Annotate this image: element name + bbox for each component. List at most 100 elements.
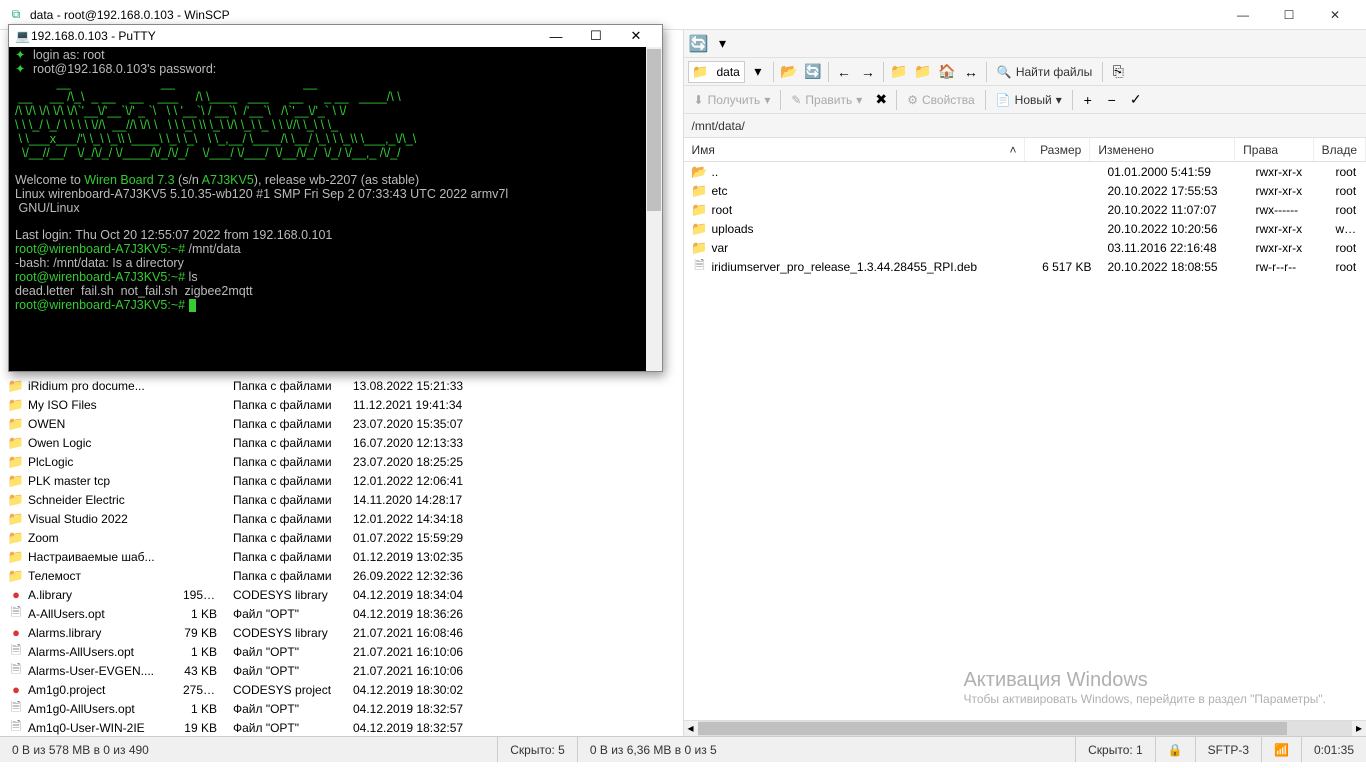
file-row[interactable]: 📁PlcLogicПапка с файлами23.07.2020 18:25…: [0, 452, 683, 471]
file-date: 20.10.2022 18:08:55: [1100, 260, 1248, 274]
right-nav-toolbar: 📁 data ▾ 📂 🔄 ← → 📁 📁 🏠 ↔ 🔍 Найти файлы ⎘: [684, 58, 1366, 86]
file-type: CODESYS project: [225, 683, 345, 697]
drop-icon[interactable]: ▾: [747, 61, 769, 83]
nav-refresh-icon[interactable]: 🔄: [802, 61, 824, 83]
putty-window[interactable]: 💻 192.168.0.103 - PuTTY — ☐ ✕ ✦ login as…: [8, 24, 663, 372]
scroll-thumb[interactable]: [647, 49, 661, 211]
home-icon[interactable]: 🏠: [936, 61, 958, 83]
nav-fwd-icon[interactable]: →: [857, 61, 879, 83]
nav-up-icon[interactable]: 📂: [778, 61, 800, 83]
file-row[interactable]: 📁ТелемостПапка с файлами26.09.2022 12:32…: [0, 566, 683, 585]
nav-back-icon[interactable]: ←: [833, 61, 855, 83]
folder-icon: 📁: [692, 221, 708, 237]
folder-icon: 📁: [8, 530, 24, 546]
putty-close[interactable]: ✕: [616, 25, 656, 47]
file-date: 11.12.2021 19:41:34: [345, 398, 683, 412]
file-row[interactable]: 📁Owen LogicПапка с файлами16.07.2020 12:…: [0, 433, 683, 452]
scroll-right-icon[interactable]: ▸: [1352, 721, 1366, 736]
file-row[interactable]: 📁iRidium pro docume...Папка с файлами13.…: [0, 376, 683, 395]
file-row[interactable]: 📁uploads20.10.2022 10:20:56rwxr-xr-xwww-: [684, 219, 1366, 238]
file-date: 12.01.2022 14:34:18: [345, 512, 683, 526]
file-row[interactable]: 🗎A-AllUsers.opt1 KBФайл "OPT"04.12.2019 …: [0, 604, 683, 623]
col-name[interactable]: Имя ˄: [684, 138, 1026, 161]
file-row[interactable]: 📁etc20.10.2022 17:55:53rwxr-xr-xroot: [684, 181, 1366, 200]
scroll-thumb[interactable]: [698, 722, 1287, 735]
col-changed[interactable]: Изменено: [1090, 138, 1235, 161]
putty-maximize[interactable]: ☐: [576, 25, 616, 47]
file-row[interactable]: 📁Visual Studio 2022Папка с файлами12.01.…: [0, 509, 683, 528]
minimize-button[interactable]: —: [1220, 0, 1266, 30]
separator: [1072, 90, 1073, 110]
file-row[interactable]: 📁root20.10.2022 11:07:07rwx------root: [684, 200, 1366, 219]
find-files-button[interactable]: 🔍 Найти файлы: [991, 61, 1098, 83]
sync-dirs-icon[interactable]: ↔: [960, 61, 982, 83]
close-button[interactable]: ✕: [1312, 0, 1358, 30]
folder-icon: 📁: [8, 549, 24, 565]
cursor: [189, 299, 196, 312]
dropdown-icon[interactable]: ▾: [712, 33, 734, 55]
file-row[interactable]: ●Alarms.library79 KBCODESYS library21.07…: [0, 623, 683, 642]
scroll-left-icon[interactable]: ◂: [684, 721, 698, 736]
file-row[interactable]: 🗎iridiumserver_pro_release_1.3.44.28455_…: [684, 257, 1366, 276]
file-type: CODESYS library: [225, 626, 345, 640]
file-size: 6 517 KB: [1034, 260, 1100, 274]
welcome-board: Wiren Board 7.3: [84, 173, 174, 187]
file-row[interactable]: ●Am1g0.project275 KBCODESYS project04.12…: [0, 680, 683, 699]
props-button[interactable]: ⚙ Свойства: [901, 89, 980, 111]
extra-icon[interactable]: ⎘: [1107, 61, 1129, 83]
file-row[interactable]: 📁Настраиваемые шаб...Папка с файлами01.1…: [0, 547, 683, 566]
file-date: 23.07.2020 15:35:07: [345, 417, 683, 431]
file-row[interactable]: 📁PLK master tcpПапка с файлами12.01.2022…: [0, 471, 683, 490]
file-type: Файл "OPT": [225, 702, 345, 716]
sync-icon[interactable]: 🔄: [688, 33, 710, 55]
right-action-toolbar: ⬇ Получить ▾ ✎ Править ▾ ✖ ⚙ Свойства 📄 …: [684, 86, 1366, 114]
putty-scrollbar[interactable]: [646, 47, 662, 371]
putty-titlebar[interactable]: 💻 192.168.0.103 - PuTTY — ☐ ✕: [9, 25, 662, 47]
folder-icon: 📁: [8, 492, 24, 508]
file-row[interactable]: 📁Schneider ElectricПапка с файлами14.11.…: [0, 490, 683, 509]
file-row[interactable]: 📁ZoomПапка с файлами01.07.2022 15:59:29: [0, 528, 683, 547]
delete-icon[interactable]: ✖: [870, 89, 892, 111]
col-size[interactable]: Размер: [1025, 138, 1090, 161]
welcome-text: ), release wb-2207 (as stable): [254, 173, 419, 187]
right-hscroll[interactable]: ◂ ▸: [684, 720, 1366, 736]
remote-path[interactable]: /mnt/data/: [684, 114, 1366, 138]
putty-terminal[interactable]: ✦ login as: root ✦ root@192.168.0.103's …: [9, 47, 662, 371]
col-owner[interactable]: Владе: [1314, 138, 1366, 161]
find-files-label: Найти файлы: [1016, 65, 1092, 79]
file-row[interactable]: 📁var03.11.2016 22:16:48rwxr-xr-xroot: [684, 238, 1366, 257]
edit-button[interactable]: ✎ Править ▾: [785, 89, 868, 111]
file-date: 21.07.2021 16:10:06: [345, 664, 683, 678]
file-row[interactable]: 🗎Alarms-AllUsers.opt1 KBФайл "OPT"21.07.…: [0, 642, 683, 661]
folder-btn2-icon[interactable]: 📁: [912, 61, 934, 83]
folder-btn-icon[interactable]: 📁: [888, 61, 910, 83]
file-type: CODESYS library: [225, 588, 345, 602]
file-name: Alarms.library: [28, 626, 101, 640]
col-rights[interactable]: Права: [1235, 138, 1313, 161]
check-icon[interactable]: ✓: [1125, 89, 1147, 111]
file-row[interactable]: 📁OWENПапка с файлами23.07.2020 15:35:07: [0, 414, 683, 433]
file-row[interactable]: 🗎Am1g0-AllUsers.opt1 KBФайл "OPT"04.12.2…: [0, 699, 683, 718]
folder-icon: 📁: [8, 435, 24, 451]
file-owner: root: [1328, 260, 1366, 274]
new-label: Новый: [1015, 93, 1052, 107]
remote-dir-combo[interactable]: 📁 data: [688, 61, 745, 83]
file-row[interactable]: 📁My ISO FilesПапка с файлами11.12.2021 1…: [0, 395, 683, 414]
welcome-sn: A7J3KV5: [202, 173, 254, 187]
new-button[interactable]: 📄 Новый ▾: [990, 89, 1068, 111]
file-row[interactable]: 🗎Alarms-User-EVGEN....43 KBФайл "OPT"21.…: [0, 661, 683, 680]
plus-icon[interactable]: +: [1077, 89, 1099, 111]
right-file-list[interactable]: 📂..01.01.2000 5:41:59rwxr-xr-xroot📁etc20…: [684, 162, 1366, 720]
download-button[interactable]: ⬇ Получить ▾: [688, 89, 777, 111]
minus-icon[interactable]: −: [1101, 89, 1123, 111]
file-rights: rwxr-xr-x: [1248, 241, 1328, 255]
codesys-icon: ●: [8, 682, 24, 698]
file-row[interactable]: ●A.library195 KBCODESYS library04.12.201…: [0, 585, 683, 604]
file-row[interactable]: 🗎Am1q0-User-WIN-2IE19 KBФайл "OPT"04.12.…: [0, 718, 683, 736]
maximize-button[interactable]: ☐: [1266, 0, 1312, 30]
file-row[interactable]: 📂..01.01.2000 5:41:59rwxr-xr-xroot: [684, 162, 1366, 181]
ascii-art: \/__//__/ \/_/\/_/ \/____/\/_/\/_/ \/___…: [15, 146, 401, 160]
edit-label: Править: [805, 93, 852, 107]
putty-minimize[interactable]: —: [536, 25, 576, 47]
file-icon: 🗎: [8, 644, 24, 660]
